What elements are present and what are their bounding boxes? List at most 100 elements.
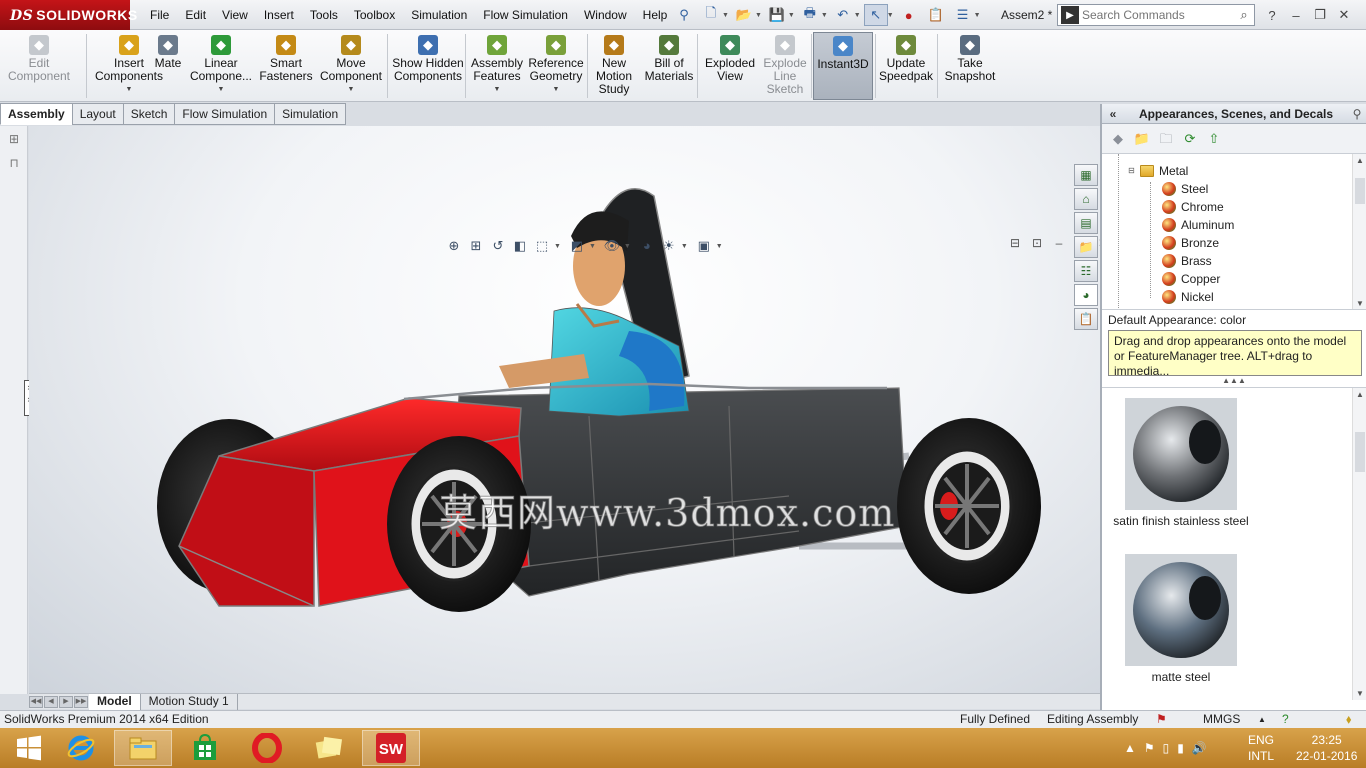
volume-icon[interactable]: 🔊 bbox=[1192, 741, 1207, 755]
view-settings-icon[interactable]: ▣ bbox=[694, 236, 714, 256]
tag-icon[interactable]: ⬧ bbox=[1346, 711, 1351, 728]
tree-node-aluminum[interactable]: Aluminum bbox=[1162, 216, 1234, 234]
reference-geometry-button[interactable]: ◆ Reference Geometry ▼ bbox=[526, 32, 586, 100]
input-language[interactable]: ENG INTL bbox=[1248, 732, 1274, 764]
assembly-features-button[interactable]: ◆ Assembly Features ▼ bbox=[469, 32, 525, 100]
design-library-icon[interactable]: ▤ bbox=[1074, 212, 1098, 234]
edit-component-button[interactable]: ◆ Edit Component bbox=[4, 32, 74, 100]
chevron-down-icon[interactable]: ▼ bbox=[554, 243, 561, 250]
undo-icon[interactable]: ↶ bbox=[831, 4, 855, 26]
chevron-up-icon[interactable]: ▲ bbox=[1258, 711, 1266, 728]
menu-view[interactable]: View bbox=[214, 0, 256, 30]
unit-system[interactable]: MMGS bbox=[1203, 711, 1240, 728]
tab-flow-simulation[interactable]: Flow Simulation bbox=[174, 103, 276, 125]
viewport-minimize-icon[interactable]: – bbox=[1051, 236, 1067, 250]
new-folder-icon[interactable]: 🗀 bbox=[1156, 129, 1176, 149]
clock[interactable]: 23:25 22-01-2016 bbox=[1296, 732, 1357, 764]
search-icon[interactable]: ⌕ bbox=[1234, 7, 1254, 23]
take-snapshot-button[interactable]: ◆ Take Snapshot bbox=[941, 32, 999, 100]
next-tab-icon[interactable]: ▶ bbox=[59, 695, 73, 708]
home-icon[interactable]: ⌂ bbox=[1074, 188, 1098, 210]
chevron-down-icon[interactable]: ▼ bbox=[624, 243, 631, 250]
quick-tips-icon[interactable]: ? bbox=[1282, 711, 1289, 728]
solidworks-taskbar-button[interactable]: SW bbox=[362, 730, 420, 766]
graphics-area[interactable]: ⊕ ⊞ ↺ ◧ ⬚▼ ◩▼ 👁▼ ◕ ☀▼ ▣▼ ⊟ ⊡ – ❐ ✕ 莫西网ww… bbox=[29, 126, 1100, 694]
internet-explorer-button[interactable] bbox=[52, 730, 110, 766]
scroll-thumb[interactable] bbox=[1355, 178, 1365, 204]
tree-node-copper[interactable]: Copper bbox=[1162, 270, 1220, 288]
tree-node-metal[interactable]: ⊟ Metal bbox=[1128, 162, 1188, 180]
move-component-button[interactable]: ◆ Move Component ▼ bbox=[317, 32, 385, 100]
chevron-down-icon[interactable]: ▼ bbox=[974, 12, 981, 19]
chevron-down-icon[interactable]: ▼ bbox=[126, 83, 133, 96]
property-manager-icon[interactable]: ⊓ bbox=[4, 156, 24, 174]
custom-properties-icon[interactable]: 📋 bbox=[1074, 308, 1098, 330]
featuremanager-tree-icon[interactable]: ⊞ bbox=[4, 132, 24, 150]
display-style-icon[interactable]: ◩ bbox=[567, 236, 587, 256]
appearances-icon[interactable]: ◕ bbox=[1074, 284, 1098, 306]
chevron-down-icon[interactable]: ▼ bbox=[218, 83, 225, 96]
apply-scene-icon[interactable]: ☀ bbox=[659, 236, 679, 256]
prev-tab-icon[interactable]: ◀ bbox=[44, 695, 58, 708]
pin-icon[interactable]: ⚲ bbox=[1348, 107, 1366, 121]
tree-node-brass[interactable]: Brass bbox=[1162, 252, 1212, 270]
pin-icon[interactable]: ⚲ bbox=[672, 4, 696, 26]
action-center-flag-icon[interactable]: ⚑ bbox=[1144, 741, 1155, 755]
swatch-scrollbar[interactable]: ▲ ▼ bbox=[1352, 388, 1366, 700]
scroll-up-icon[interactable]: ▲ bbox=[1353, 156, 1366, 165]
instant3d-button[interactable]: ◆ Instant3D bbox=[813, 32, 873, 100]
back-icon[interactable]: ◆ bbox=[1108, 129, 1128, 149]
device-icon[interactable]: ▯ bbox=[1163, 741, 1170, 755]
tree-node-bronze[interactable]: Bronze bbox=[1162, 234, 1219, 252]
new-document-icon[interactable]: 🗋 bbox=[699, 4, 723, 26]
pane-splitter[interactable]: ▲▲▲ bbox=[1102, 376, 1366, 388]
smart-fasteners-button[interactable]: ◆ Smart Fasteners bbox=[257, 32, 315, 100]
search-commands-box[interactable]: ▶ ⌕ bbox=[1057, 4, 1255, 26]
tab-layout[interactable]: Layout bbox=[71, 103, 124, 125]
scroll-down-icon[interactable]: ▼ bbox=[1353, 299, 1366, 308]
collapse-icon[interactable]: ⊟ bbox=[1128, 162, 1138, 180]
appearance-swatch[interactable]: satin finish stainless steel bbox=[1106, 398, 1256, 528]
tree-scrollbar[interactable]: ▲ ▼ bbox=[1352, 154, 1366, 309]
solidworks-resources-icon[interactable]: ▦ bbox=[1074, 164, 1098, 186]
tree-node-chrome[interactable]: Chrome bbox=[1162, 198, 1224, 216]
edit-appearance-icon[interactable]: ◕ bbox=[637, 236, 657, 256]
view-palette-icon[interactable]: ☷ bbox=[1074, 260, 1098, 282]
editing-mode[interactable]: Editing Assembly bbox=[1047, 711, 1138, 728]
close-icon[interactable]: ✕ bbox=[1334, 7, 1354, 23]
show-hidden-icons-icon[interactable]: ▲ bbox=[1124, 741, 1136, 755]
tab-sketch[interactable]: Sketch bbox=[122, 103, 176, 125]
solidworks-logo[interactable]: DS SOLIDWORKS bbox=[0, 0, 137, 30]
appearance-swatch[interactable]: matte steel bbox=[1106, 554, 1256, 684]
print-icon[interactable]: 🖶 bbox=[798, 4, 822, 26]
menu-tools[interactable]: Tools bbox=[302, 0, 346, 30]
scroll-down-icon[interactable]: ▼ bbox=[1353, 689, 1366, 698]
search-input[interactable] bbox=[1082, 8, 1234, 22]
chevron-down-icon[interactable]: ▼ bbox=[788, 12, 795, 19]
first-tab-icon[interactable]: ◀◀ bbox=[29, 695, 43, 708]
view-orientation-icon[interactable]: ⬚ bbox=[532, 236, 552, 256]
chevron-down-icon[interactable]: ▼ bbox=[553, 83, 560, 96]
rebuild-traffic-light-icon[interactable]: ● bbox=[897, 4, 921, 26]
open-folder-icon[interactable]: 📂 bbox=[732, 4, 756, 26]
restore-icon[interactable]: ❐ bbox=[1310, 7, 1330, 23]
chevron-down-icon[interactable]: ▼ bbox=[722, 12, 729, 19]
network-icon[interactable]: ▮ bbox=[1177, 741, 1184, 755]
options-icon[interactable]: ☰ bbox=[951, 4, 975, 26]
tree-node-nickel[interactable]: Nickel bbox=[1162, 288, 1214, 306]
zoom-to-fit-icon[interactable]: ⊕ bbox=[444, 236, 464, 256]
menu-file[interactable]: File bbox=[142, 0, 177, 30]
linear-compone-button[interactable]: ◆ Linear Compone... ▼ bbox=[186, 32, 256, 100]
save-icon[interactable]: 💾 bbox=[765, 4, 789, 26]
menu-flow-simulation[interactable]: Flow Simulation bbox=[475, 0, 576, 30]
tab-assembly[interactable]: Assembly bbox=[0, 103, 73, 125]
tree-node-steel[interactable]: Steel bbox=[1162, 180, 1208, 198]
start-button[interactable] bbox=[0, 730, 58, 766]
menu-edit[interactable]: Edit bbox=[177, 0, 214, 30]
bill-of-materials-button[interactable]: ◆ Bill of Materials bbox=[643, 32, 695, 100]
new-motion-study-button[interactable]: ◆ New Motion Study bbox=[590, 32, 638, 100]
chevron-down-icon[interactable]: ▼ bbox=[887, 12, 894, 19]
viewport-split-icon[interactable]: ⊡ bbox=[1029, 236, 1045, 250]
bottom-tab-motion-study-1[interactable]: Motion Study 1 bbox=[141, 693, 238, 710]
chevron-down-icon[interactable]: ▼ bbox=[755, 12, 762, 19]
